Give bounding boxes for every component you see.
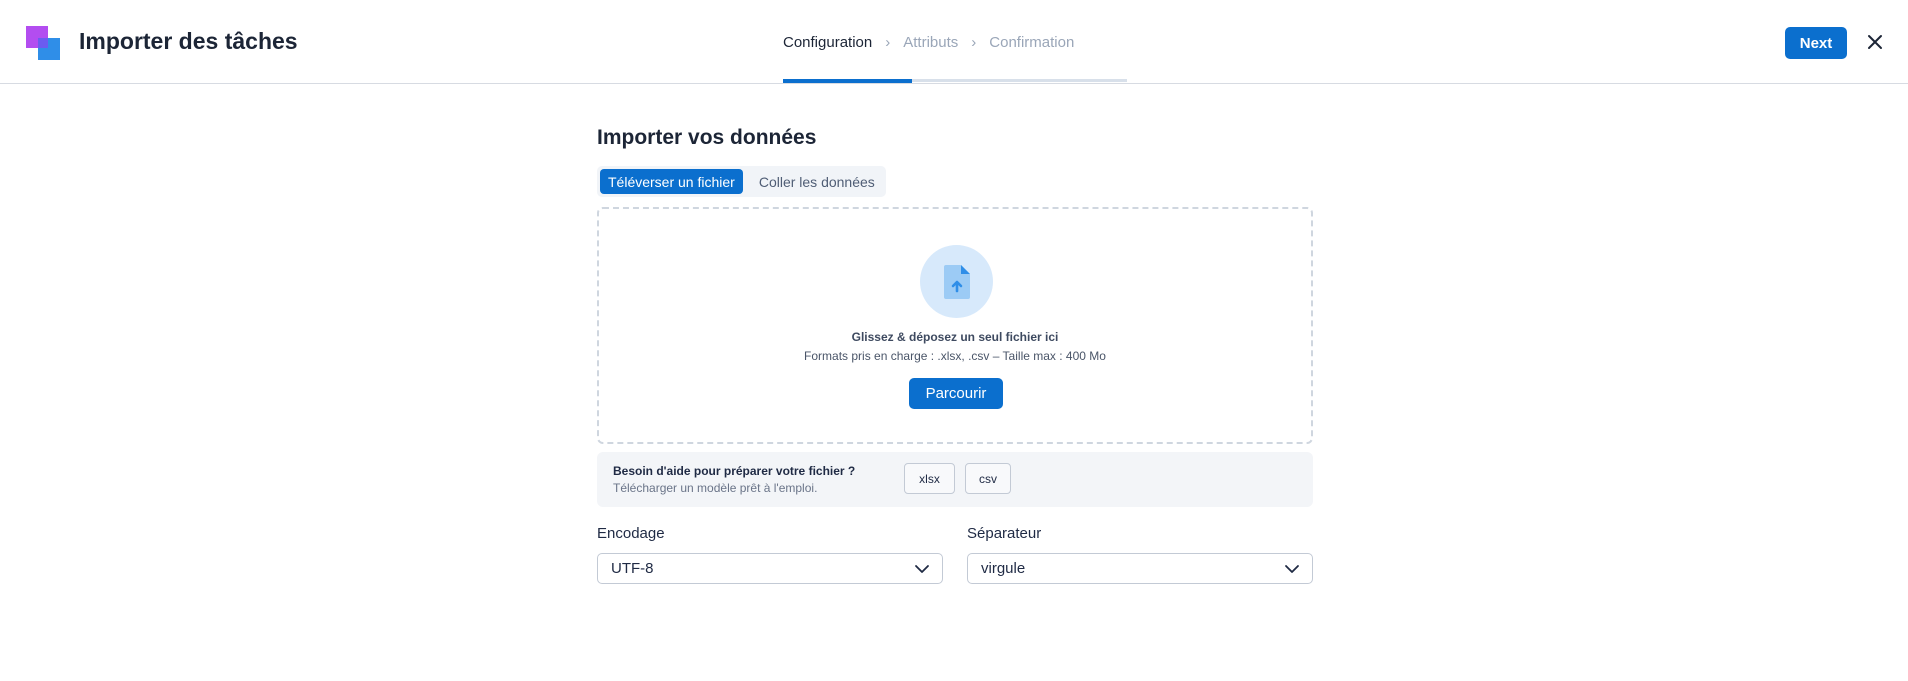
step-label: Confirmation — [989, 33, 1075, 51]
stepper-progress — [783, 79, 912, 83]
dropzone-subtitle: Formats pris en charge : .xlsx, .csv – T… — [804, 349, 1106, 363]
step-label: Attributs — [903, 33, 959, 51]
dropzone-title: Glissez & déposez un seul fichier ici — [851, 330, 1059, 344]
step-attributs[interactable]: Attributs — [903, 0, 958, 84]
logo-icon — [26, 26, 60, 60]
step-configuration[interactable]: Configuration — [783, 0, 872, 84]
page-title: Importer des tâches — [79, 28, 298, 54]
import-panel: Importer vos données Téléverser un fichi… — [597, 126, 1313, 584]
tab-upload-file[interactable]: Téléverser un fichier — [600, 169, 743, 194]
file-upload-icon — [920, 245, 993, 318]
stepper: Configuration › Attributs › Confirmation — [783, 0, 1074, 84]
download-csv-template-button[interactable]: csv — [965, 463, 1011, 494]
browse-button[interactable]: Parcourir — [909, 378, 1003, 409]
chevron-down-icon — [914, 562, 930, 576]
template-help-box: Besoin d'aide pour préparer votre fichie… — [597, 452, 1313, 507]
import-options: Encodage UTF-8 Séparateur virgule — [597, 525, 1313, 584]
separator-select[interactable]: virgule — [967, 553, 1313, 584]
step-confirmation[interactable]: Confirmation — [989, 0, 1074, 84]
separator-label: Séparateur — [967, 525, 1042, 542]
step-label: Configuration — [783, 33, 873, 51]
next-button[interactable]: Next — [1785, 27, 1847, 59]
help-title: Besoin d'aide pour préparer votre fichie… — [613, 464, 856, 478]
encoding-field: Encodage UTF-8 — [597, 525, 943, 584]
chevron-right-icon: › — [971, 33, 977, 51]
section-title: Importer vos données — [597, 126, 817, 149]
encoding-label: Encodage — [597, 525, 665, 542]
top-bar: Importer des tâches Configuration › Attr… — [0, 0, 1908, 84]
encoding-select[interactable]: UTF-8 — [597, 553, 943, 584]
close-icon[interactable] — [1864, 31, 1886, 53]
chevron-down-icon — [1284, 562, 1300, 576]
tab-paste-data[interactable]: Coller les données — [751, 169, 883, 194]
source-tabs: Téléverser un fichier Coller les données — [597, 166, 886, 197]
chevron-right-icon: › — [885, 33, 891, 51]
encoding-value: UTF-8 — [611, 560, 654, 577]
help-subtitle: Télécharger un modèle prêt à l'emploi. — [613, 481, 818, 495]
separator-field: Séparateur virgule — [967, 525, 1313, 584]
separator-value: virgule — [981, 560, 1026, 577]
download-xlsx-template-button[interactable]: xlsx — [904, 463, 955, 494]
file-dropzone[interactable]: Glissez & déposez un seul fichier ici Fo… — [597, 207, 1313, 444]
